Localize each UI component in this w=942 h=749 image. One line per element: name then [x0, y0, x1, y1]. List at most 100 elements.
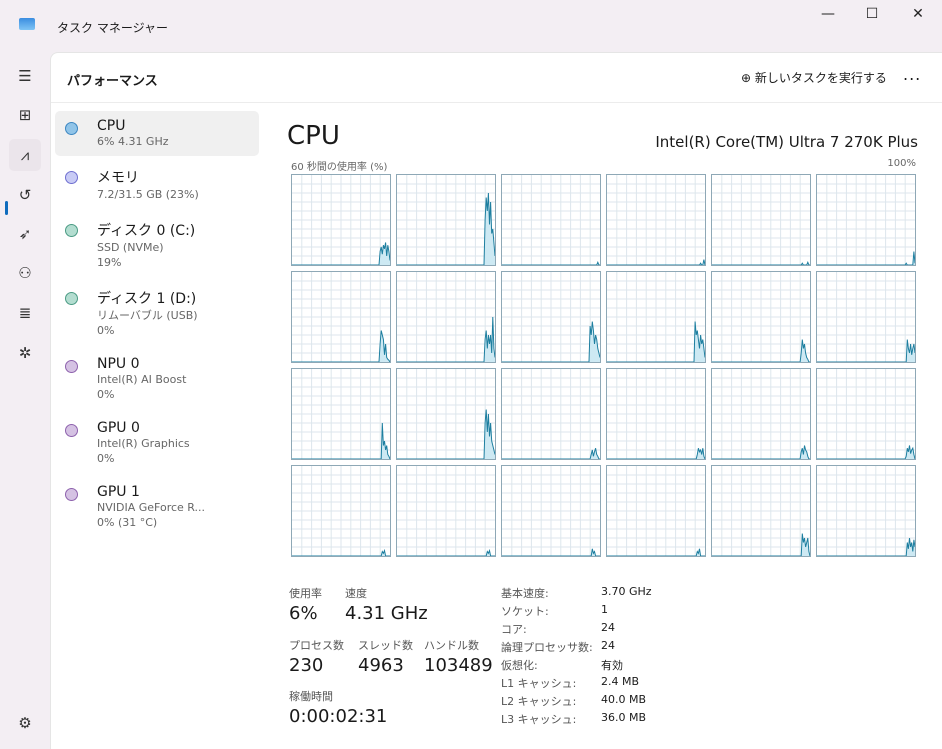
- device-list: CPU 6% 4.31 GHz メモリ 7.2/31.5 GB (23%) ディ…: [55, 111, 259, 541]
- cpu-model: Intel(R) Core(TM) Ultra 7 270K Plus: [655, 133, 918, 151]
- axis-max: 100%: [887, 158, 916, 169]
- page-title: パフォーマンス: [67, 74, 158, 89]
- spec-key: L1 キャッシュ:: [501, 677, 577, 690]
- spec-row: 仮想化: 有効: [501, 657, 652, 675]
- core-graph: [501, 368, 601, 460]
- device-item[interactable]: NPU 0 Intel(R) AI Boost 0%: [55, 349, 259, 409]
- core-graph: [396, 174, 496, 266]
- nav-rail: ☰ ⊞ ⩘ ↺ ➶ ⚇ ≣ ✲ ⚙: [0, 52, 50, 749]
- device-item[interactable]: ディスク 1 (D:) リムーバブル (USB) 0%: [55, 281, 259, 345]
- uptime-value: 0:00:02:31: [289, 706, 388, 727]
- processes-icon[interactable]: ⊞: [9, 99, 41, 131]
- core-graph: [396, 368, 496, 460]
- speed-value: 4.31 GHz: [345, 603, 428, 624]
- spec-row: ソケット: 1: [501, 603, 652, 621]
- app-icon: [19, 18, 35, 30]
- device-name: ディスク 1 (D:): [97, 291, 197, 307]
- device-item[interactable]: GPU 0 Intel(R) Graphics 0%: [55, 413, 259, 473]
- device-item[interactable]: メモリ 7.2/31.5 GB (23%): [55, 160, 259, 209]
- spec-key: 論理プロセッサ数:: [501, 641, 593, 654]
- device-detail: 6% 4.31 GHz: [97, 135, 169, 148]
- settings-icon[interactable]: ⚙: [9, 707, 41, 739]
- spec-value: 40.0 MB: [601, 693, 647, 706]
- core-graph: [606, 174, 706, 266]
- core-graph: [606, 271, 706, 363]
- device-usage: 19%: [97, 256, 122, 269]
- run-new-task-label: 新しいタスクを実行する: [754, 71, 887, 85]
- spec-value: 有効: [601, 659, 623, 672]
- threads-value: 4963: [358, 655, 404, 676]
- device-color-dot: [65, 424, 78, 437]
- core-graph: [711, 368, 811, 460]
- maximize-button[interactable]: ☐: [850, 6, 894, 26]
- device-detail: SSD (NVMe): [97, 241, 164, 254]
- core-graph: [816, 174, 916, 266]
- axis-label: 60 秒間の使用率 (%): [291, 162, 388, 173]
- core-graph: [816, 368, 916, 460]
- spec-row: 論理プロセッサ数: 24: [501, 639, 652, 657]
- spec-value: 24: [601, 621, 615, 634]
- core-graph: [291, 174, 391, 266]
- history-icon[interactable]: ↺: [9, 179, 41, 211]
- spec-value: 1: [601, 603, 608, 616]
- core-graph: [291, 465, 391, 557]
- spec-row: L2 キャッシュ: 40.0 MB: [501, 693, 652, 711]
- startup-icon[interactable]: ➶: [9, 218, 41, 250]
- performance-icon[interactable]: ⩘: [9, 139, 41, 171]
- selected-indicator: [5, 201, 8, 215]
- core-graph: [816, 465, 916, 557]
- header: パフォーマンス ⊕ 新しいタスクを実行する ...: [51, 53, 942, 103]
- utilization-value: 6%: [289, 603, 318, 624]
- processes-value: 230: [289, 655, 324, 676]
- device-item[interactable]: ディスク 0 (C:) SSD (NVMe) 19%: [55, 213, 259, 277]
- run-new-task-button[interactable]: ⊕ 新しいタスクを実行する: [741, 69, 887, 86]
- device-name: GPU 0: [97, 420, 140, 436]
- details-icon[interactable]: ≣: [9, 297, 41, 329]
- device-item[interactable]: CPU 6% 4.31 GHz: [55, 111, 259, 156]
- core-graph: [396, 271, 496, 363]
- core-graph: [501, 271, 601, 363]
- spec-row: L3 キャッシュ: 36.0 MB: [501, 711, 652, 729]
- device-usage: 0%: [97, 388, 115, 401]
- device-color-dot: [65, 292, 78, 305]
- cpu-specs: 基本速度: 3.70 GHz ソケット: 1 コア: 24 論理プロセッサ数: 24 仮想化: 有…: [501, 585, 652, 729]
- device-title: CPU: [287, 121, 340, 151]
- device-name: ディスク 0 (C:): [97, 223, 196, 239]
- core-graph: [501, 465, 601, 557]
- close-button[interactable]: ✕: [896, 6, 940, 26]
- core-graph: [396, 465, 496, 557]
- device-color-dot: [65, 122, 78, 135]
- new-task-icon: ⊕: [741, 71, 755, 85]
- spec-key: 仮想化:: [501, 659, 538, 672]
- core-graph: [501, 174, 601, 266]
- device-name: NPU 0: [97, 356, 140, 372]
- device-detail: 7.2/31.5 GB (23%): [97, 188, 199, 201]
- spec-row: コア: 24: [501, 621, 652, 639]
- spec-key: コア:: [501, 623, 527, 636]
- device-name: GPU 1: [97, 484, 140, 500]
- spec-key: L2 キャッシュ:: [501, 695, 577, 708]
- spec-value: 2.4 MB: [601, 675, 640, 688]
- device-item[interactable]: GPU 1 NVIDIA GeForce R... 0% (31 °C): [55, 477, 259, 537]
- menu-icon[interactable]: ☰: [9, 60, 41, 92]
- spec-key: ソケット:: [501, 605, 549, 618]
- more-options-button[interactable]: ...: [903, 65, 921, 84]
- spec-key: 基本速度:: [501, 587, 549, 600]
- main-panel: パフォーマンス ⊕ 新しいタスクを実行する ... CPU 6% 4.31 GH…: [50, 52, 942, 749]
- device-color-dot: [65, 488, 78, 501]
- spec-value: 24: [601, 639, 615, 652]
- device-usage: 0%: [97, 452, 115, 465]
- minimize-button[interactable]: —: [806, 6, 850, 26]
- device-detail: Intel(R) Graphics: [97, 437, 190, 450]
- device-color-dot: [65, 360, 78, 373]
- core-graph: [816, 271, 916, 363]
- uptime-label: 稼働時間: [289, 690, 333, 703]
- core-graph: [606, 465, 706, 557]
- core-graph: [711, 174, 811, 266]
- device-detail: Intel(R) AI Boost: [97, 373, 187, 386]
- device-name: メモリ: [97, 170, 139, 186]
- services-icon[interactable]: ✲: [9, 337, 41, 369]
- device-detail: リムーバブル (USB): [97, 309, 198, 322]
- spec-value: 3.70 GHz: [601, 585, 652, 598]
- users-icon[interactable]: ⚇: [9, 257, 41, 289]
